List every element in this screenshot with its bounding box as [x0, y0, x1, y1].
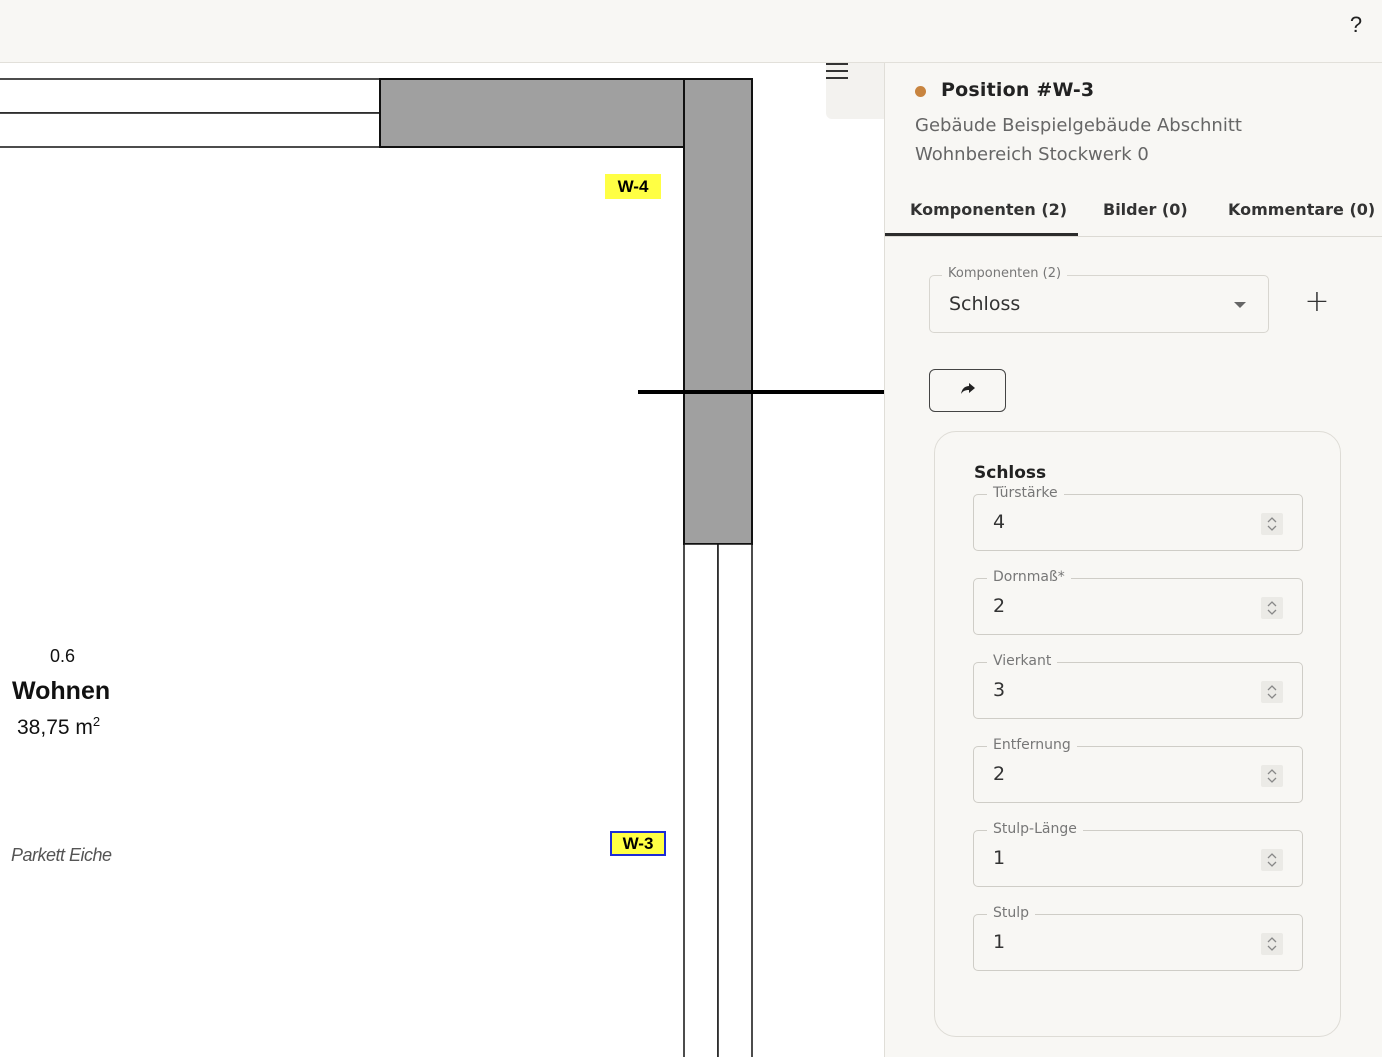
tab-komponenten[interactable]: Komponenten (2) [910, 200, 1067, 219]
room-name: Wohnen [12, 677, 111, 705]
position-detail-panel: Position #W-3 Gebäude Beispielgebäude Ab… [884, 63, 1382, 1057]
add-component-button[interactable]: + [1299, 285, 1335, 321]
stepper-icon[interactable] [1261, 597, 1283, 619]
field-value: 3 [993, 679, 1006, 701]
field-stulp[interactable]: Stulp 1 [973, 905, 1303, 971]
active-tab-indicator [885, 233, 1078, 236]
floor-plan-canvas[interactable]: 0.6 Wohnen 38,75 m2 Parkett Eiche W-4 W-… [0, 63, 884, 1057]
wall-segment [717, 543, 753, 1057]
field-value: 4 [993, 511, 1006, 533]
component-select[interactable]: Komponenten (2) Schloss [929, 266, 1269, 333]
field-tuerstaerke[interactable]: Türstärke 4 [973, 485, 1303, 551]
wall-segment [0, 78, 381, 114]
stepper-icon[interactable] [1261, 765, 1283, 787]
field-vierkant[interactable]: Vierkant 3 [973, 653, 1303, 719]
component-select-label: Komponenten (2) [942, 266, 1068, 281]
wall-segment [0, 112, 381, 148]
share-arrow-icon [960, 381, 976, 400]
share-button[interactable] [929, 369, 1006, 412]
wall-block [683, 78, 753, 545]
field-value: 1 [993, 847, 1006, 869]
stepper-icon[interactable] [1261, 513, 1283, 535]
field-label: Entfernung [987, 737, 1077, 753]
wall-block [379, 78, 685, 148]
position-tag-w4[interactable]: W-4 [605, 174, 661, 199]
room-area: 38,75 m2 [17, 714, 101, 739]
floor-plan-drawing [0, 78, 753, 1057]
component-card: Schloss Türstärke 4 Dornmaß* 2 Vierkant … [934, 431, 1341, 1037]
field-value: 2 [993, 595, 1006, 617]
position-location: Gebäude Beispielgebäude Abschnitt Wohnbe… [915, 115, 1242, 165]
position-title: Position #W-3 [941, 79, 1095, 101]
tab-bilder[interactable]: Bilder (0) [1103, 200, 1188, 219]
help-button[interactable]: ? [1344, 10, 1368, 40]
field-stulp-laenge[interactable]: Stulp-Länge 1 [973, 821, 1303, 887]
field-value: 2 [993, 763, 1006, 785]
field-label: Türstärke [987, 485, 1064, 501]
wall-segment [683, 543, 719, 1057]
chevron-down-icon [1234, 302, 1246, 308]
room-number: 0.6 [50, 646, 76, 666]
tab-kommentare[interactable]: Kommentare (0) [1228, 200, 1375, 219]
menu-button[interactable] [826, 63, 884, 119]
stepper-icon[interactable] [1261, 681, 1283, 703]
top-bar: ? [0, 0, 1382, 63]
field-label: Stulp-Länge [987, 821, 1083, 837]
field-dornmass[interactable]: Dornmaß* 2 [973, 569, 1303, 635]
field-value: 1 [993, 931, 1006, 953]
component-select-value: Schloss [949, 293, 1021, 315]
pointer-arrow-annotation [638, 379, 916, 405]
floor-type-label: Parkett Eiche [11, 845, 112, 865]
stepper-icon[interactable] [1261, 933, 1283, 955]
stepper-icon[interactable] [1261, 849, 1283, 871]
field-entfernung[interactable]: Entfernung 2 [973, 737, 1303, 803]
tab-bar: Komponenten (2) Bilder (0) Kommentare (0… [885, 182, 1382, 237]
status-dot [915, 86, 926, 97]
position-tag-w3-selected[interactable]: W-3 [610, 831, 666, 856]
component-card-title: Schloss [974, 463, 1047, 483]
field-label: Stulp [987, 905, 1036, 921]
field-label: Vierkant [987, 653, 1058, 669]
field-label: Dornmaß* [987, 569, 1071, 585]
